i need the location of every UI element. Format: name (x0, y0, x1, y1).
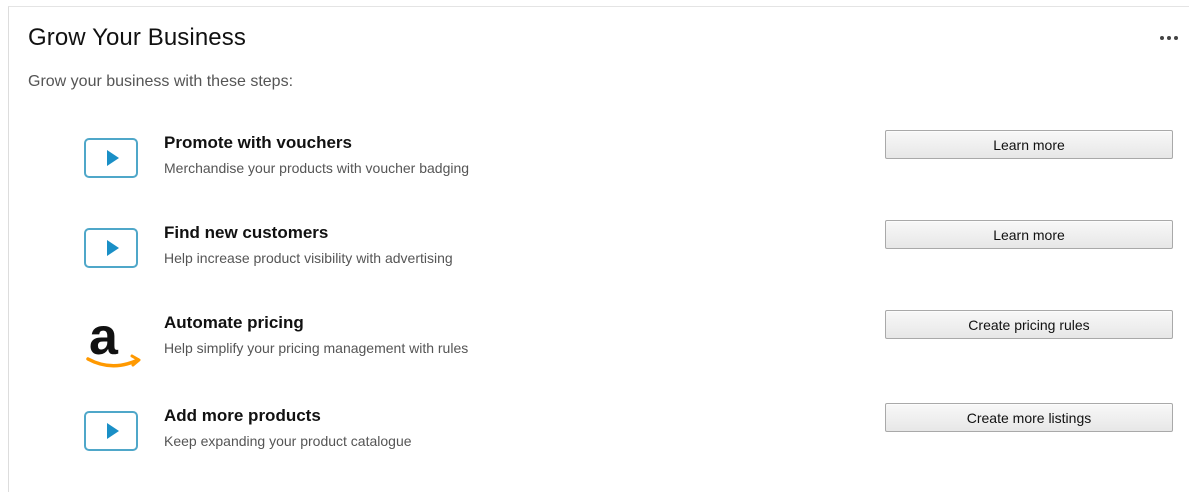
step-row-promote-vouchers: Promote with vouchers Merchandise your p… (0, 130, 1189, 190)
step-row-automate-pricing: a Automate pricing Help simplify your pr… (0, 308, 1189, 370)
card-subtitle: Grow your business with these steps: (28, 73, 294, 90)
step-title: Find new customers (164, 223, 329, 242)
svg-text:a: a (89, 310, 119, 366)
create-pricing-rules-button[interactable]: Create pricing rules (885, 310, 1173, 339)
step-title: Add more products (164, 406, 321, 425)
step-description: Merchandise your products with voucher b… (164, 160, 470, 176)
learn-more-vouchers-button[interactable]: Learn more (885, 130, 1173, 159)
learn-more-customers-button[interactable]: Learn more (885, 220, 1173, 249)
step-description: Help simplify your pricing management wi… (164, 340, 469, 356)
step-title: Promote with vouchers (164, 133, 352, 152)
dot (1167, 36, 1171, 40)
play-video-icon[interactable] (84, 228, 138, 268)
card-title: Grow Your Business (28, 24, 246, 51)
step-row-add-products: Add more products Keep expanding your pr… (0, 403, 1189, 463)
create-more-listings-button[interactable]: Create more listings (885, 403, 1173, 432)
more-options-icon[interactable] (1160, 28, 1188, 48)
step-title: Automate pricing (164, 313, 304, 332)
amazon-logo-icon: a (84, 308, 144, 374)
step-description: Help increase product visibility with ad… (164, 250, 453, 266)
step-row-find-customers: Find new customers Help increase product… (0, 220, 1189, 280)
play-video-icon[interactable] (84, 138, 138, 178)
step-description: Keep expanding your product catalogue (164, 433, 412, 449)
play-video-icon[interactable] (84, 411, 138, 451)
dot (1160, 36, 1164, 40)
dot (1174, 36, 1178, 40)
